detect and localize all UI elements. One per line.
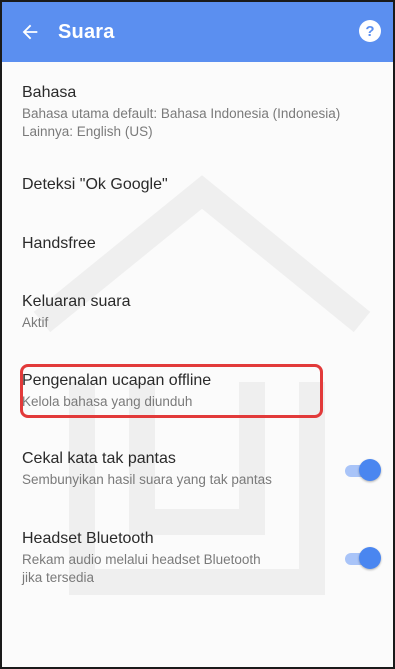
setting-title: Deteksi "Ok Google" [22, 176, 168, 193]
setting-title: Cekal kata tak pantas [22, 450, 176, 467]
setting-bahasa[interactable]: Bahasa Bahasa utama default: Bahasa Indo… [22, 84, 381, 141]
setting-subtitle: Kelola bahasa yang diunduh [22, 394, 193, 409]
headset-bluetooth-toggle[interactable] [343, 547, 381, 569]
setting-title: Keluaran suara [22, 293, 131, 310]
setting-ok-google[interactable]: Deteksi "Ok Google" [22, 176, 381, 194]
setting-handsfree[interactable]: Handsfree [22, 235, 381, 253]
subtitle-text: Bahasa utama default: Bahasa Indonesia (… [22, 106, 341, 139]
setting-subtitle: Rekam audio melalui headset Bluetooth ji… [22, 551, 381, 587]
cekal-kata-toggle[interactable] [343, 459, 381, 481]
setting-title: Bahasa [22, 84, 77, 101]
app-bar: Suara ? [2, 2, 393, 62]
setting-title: Handsfree [22, 235, 96, 252]
back-arrow-icon [22, 24, 38, 40]
subtitle-text: Rekam audio melalui headset Bluetooth ji… [22, 552, 261, 585]
back-button[interactable] [2, 2, 58, 62]
toggle-knob [359, 459, 381, 481]
setting-headset-bluetooth[interactable]: Headset Bluetooth Rekam audio melalui he… [22, 530, 381, 587]
setting-offline-speech[interactable]: Pengenalan ucapan offline Kelola bahasa … [22, 372, 381, 411]
setting-subtitle: Sembunyikan hasil suara yang tak pantas [22, 472, 272, 487]
page-title: Suara [58, 20, 115, 43]
setting-keluaran-suara[interactable]: Keluaran suara Aktif [22, 293, 381, 332]
toggle-knob [359, 547, 381, 569]
setting-title: Headset Bluetooth [22, 530, 154, 547]
setting-cekal-kata[interactable]: Cekal kata tak pantas Sembunyikan hasil … [22, 450, 381, 489]
setting-subtitle: Aktif [22, 315, 49, 330]
setting-title: Pengenalan ucapan offline [22, 372, 212, 389]
settings-screen: Suara ? Bahasa Bahasa utama default: Bah… [0, 0, 395, 669]
help-icon[interactable]: ? [359, 20, 381, 42]
setting-subtitle: Bahasa utama default: Bahasa Indonesia (… [22, 105, 381, 141]
